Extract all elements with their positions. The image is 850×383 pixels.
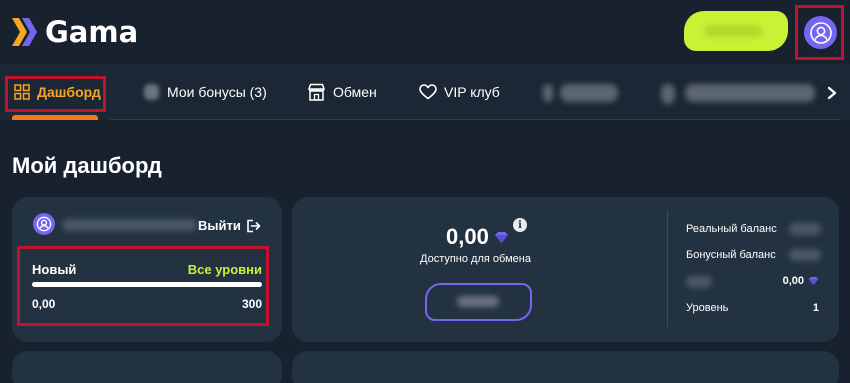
level-label: Уровень — [686, 302, 729, 314]
header: Gama — [0, 0, 850, 64]
tab-exchange[interactable]: Обмен — [307, 64, 377, 120]
level-progress-max: 300 — [241, 297, 262, 311]
tab-blurred-6-label — [685, 84, 815, 102]
brand-logo[interactable]: Gama — [10, 14, 138, 50]
user-icon — [36, 216, 52, 232]
bonus-balance-label: Бонусный баланс — [686, 249, 776, 261]
all-levels-link[interactable]: Все уровни — [188, 262, 262, 277]
coin-balance-value: 0,00 — [782, 275, 804, 287]
active-tab-underline — [12, 115, 98, 120]
level-progress-bar — [32, 282, 262, 287]
real-balance-label: Реальный баланс — [686, 223, 777, 235]
available-value: 0,00 — [446, 224, 509, 250]
tab-blurred-6-icon — [661, 84, 675, 104]
tab-dashboard-highlight — [5, 76, 106, 112]
tabs-bar: Дашборд Мои бонусы (3) Обмен VIP клуб — [0, 64, 850, 120]
chevron-right-icon[interactable] — [826, 86, 838, 100]
bottom-card-left — [12, 351, 282, 383]
bonus-balance-value-blurred — [789, 249, 821, 261]
bonus-icon — [144, 84, 159, 100]
logout-icon — [247, 219, 261, 232]
tab-vip-club[interactable]: VIP клуб — [419, 64, 500, 120]
tab-exchange-label: Обмен — [333, 84, 377, 100]
user-avatar — [33, 213, 55, 235]
deposit-button[interactable] — [684, 11, 788, 51]
logout-button[interactable]: Выйти — [198, 218, 261, 233]
card-divider — [667, 211, 668, 327]
exchange-button[interactable] — [425, 283, 532, 321]
exchange-card: 0,00 i Доступно для обмена Реальный бала… — [292, 197, 839, 342]
tab-vip-club-label: VIP клуб — [444, 84, 500, 100]
tab-blurred-5-icon — [543, 84, 553, 102]
shop-icon — [308, 83, 325, 101]
coin-balance: 0,00 — [783, 275, 819, 287]
brand-name: Gama — [45, 15, 139, 49]
level-name: Новый — [32, 262, 77, 277]
tabs-divider — [110, 119, 840, 120]
tab-bonuses[interactable]: Мои бонусы (3) — [143, 64, 267, 120]
profile-button[interactable] — [804, 16, 837, 49]
exchange-button-label-blurred — [457, 296, 499, 307]
chevrons-logo-icon — [12, 18, 37, 46]
tab-bonuses-label: Мои бонусы (3) — [167, 84, 267, 100]
level-progress-min: 0,00 — [32, 297, 56, 311]
heart-icon — [419, 84, 437, 100]
page-title: Мой дашборд — [12, 153, 162, 178]
real-balance-value-blurred — [789, 223, 821, 235]
available-amount: 0,00 — [446, 224, 489, 249]
user-card: Выйти Новый Все уровни 0,00 300 — [12, 197, 282, 342]
profile-highlight — [795, 5, 844, 60]
level-value: 1 — [812, 302, 819, 314]
coin-label-blurred — [686, 276, 712, 288]
info-icon[interactable]: i — [513, 218, 527, 232]
gem-icon — [808, 276, 819, 286]
bottom-card-right — [292, 351, 839, 383]
deposit-button-label-blurred — [704, 25, 762, 37]
gem-icon — [494, 231, 508, 243]
available-label: Доступно для обмена — [420, 253, 531, 265]
tab-blurred-5-label — [560, 84, 618, 102]
logout-label: Выйти — [198, 218, 241, 233]
user-icon — [809, 21, 832, 44]
username-blurred — [62, 219, 197, 231]
